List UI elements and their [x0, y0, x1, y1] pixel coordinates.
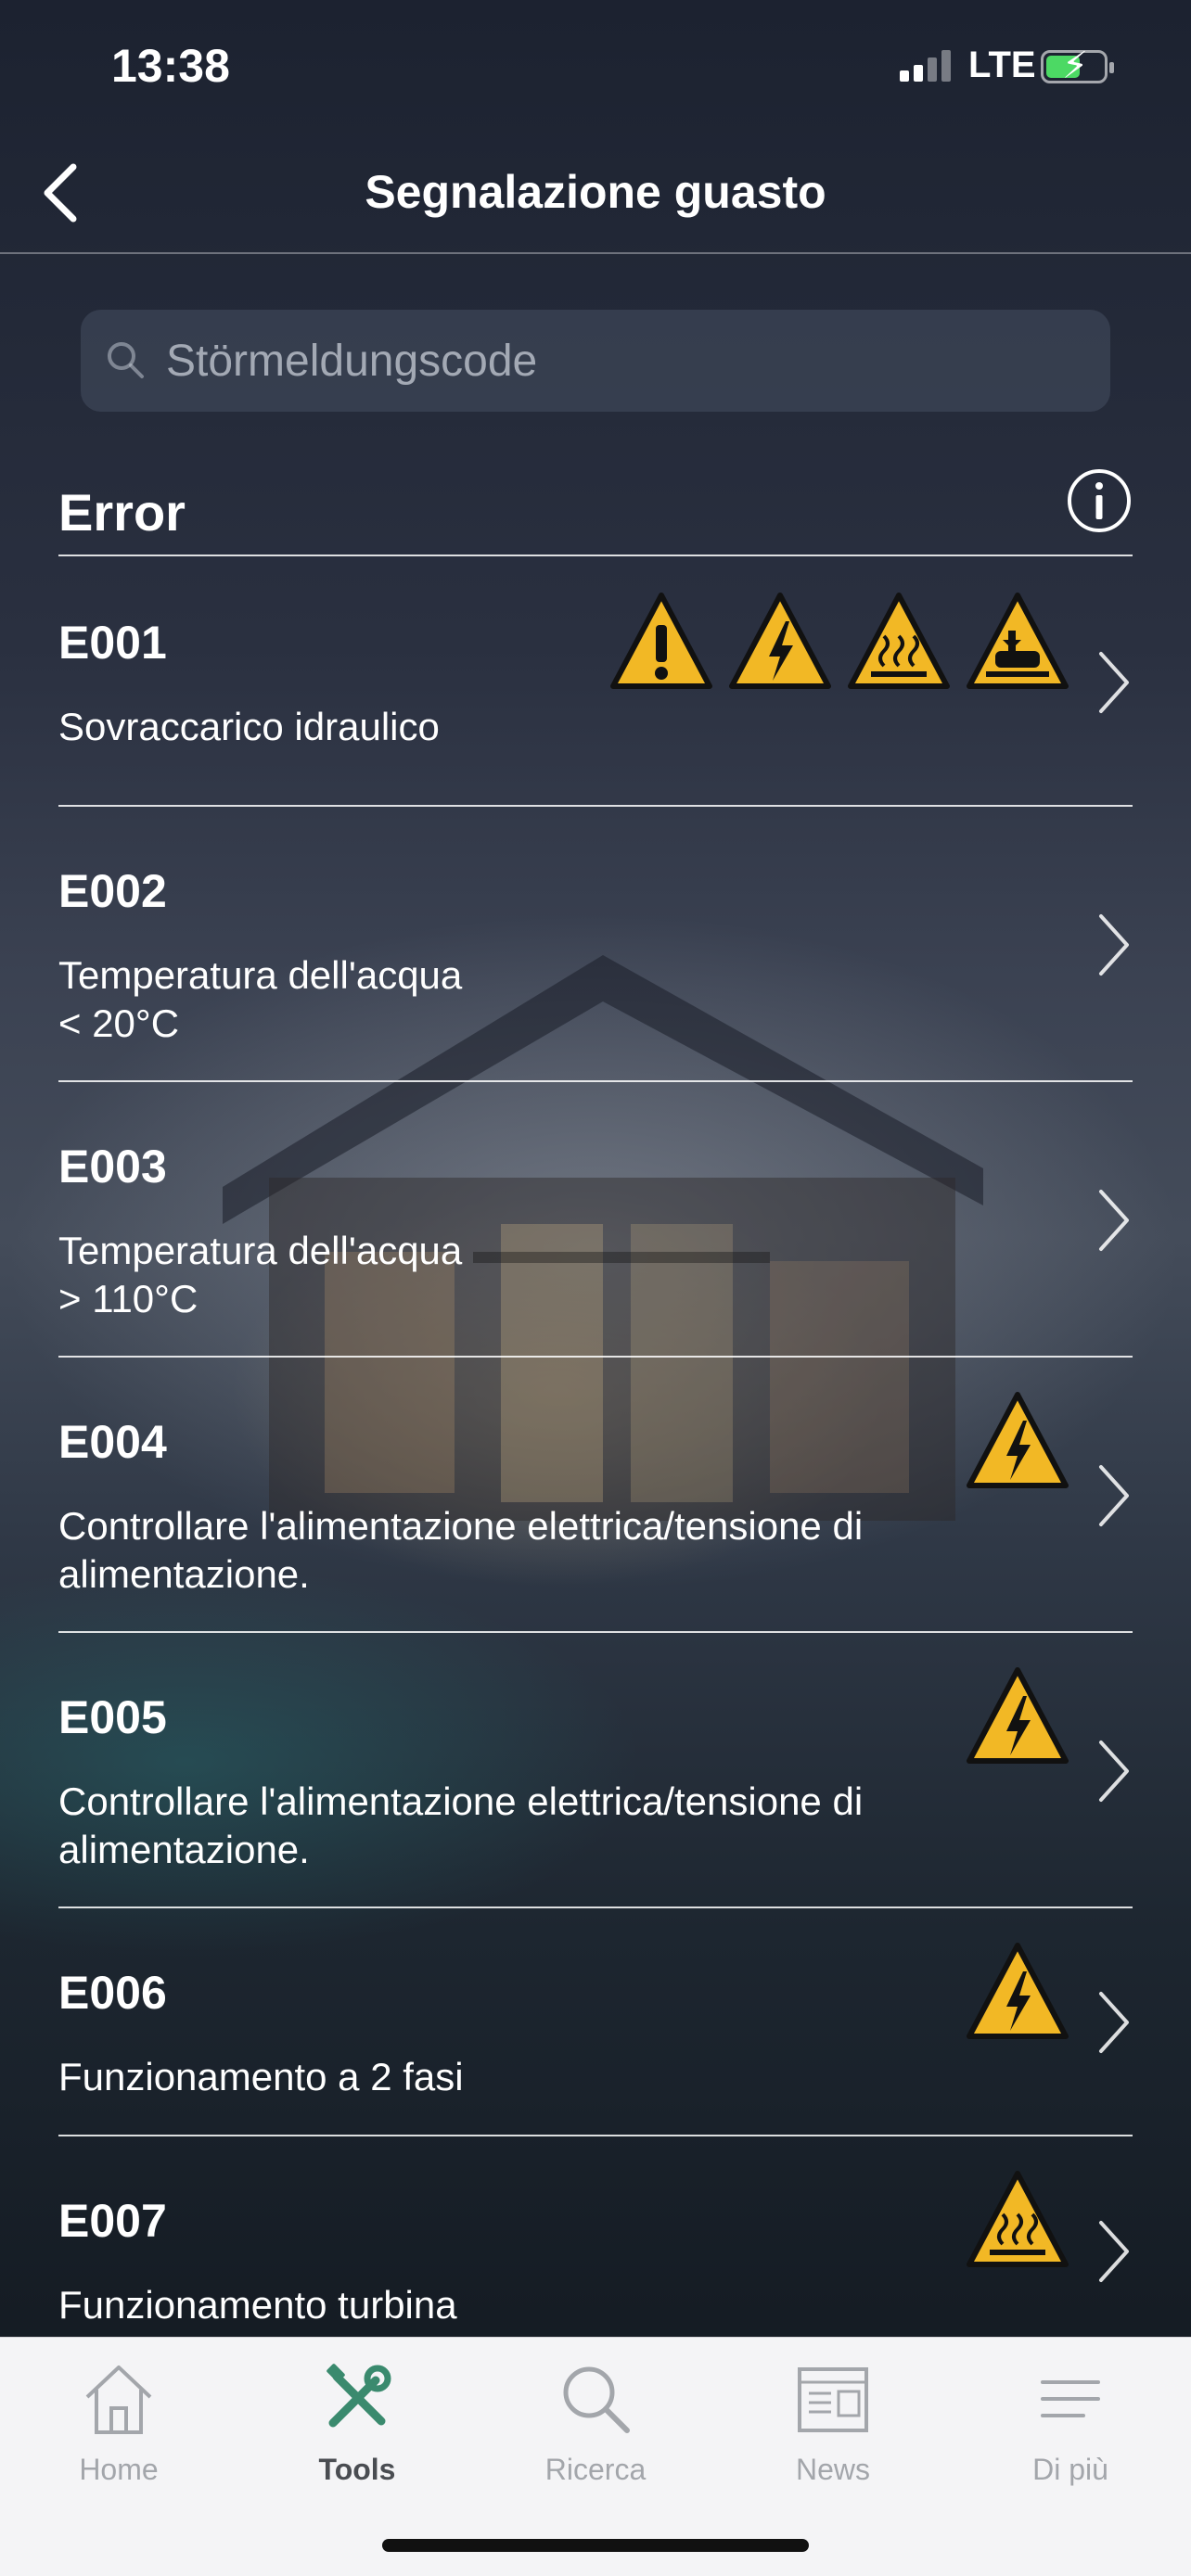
error-row[interactable]: E003 Temperatura dell'acqua > 110°C	[58, 1082, 1133, 1358]
error-description: Temperatura dell'acqua > 110°C	[58, 1229, 463, 1320]
newspaper-icon	[798, 2367, 868, 2432]
error-row[interactable]: E005 Controllare l'alimentazione elettric…	[58, 1633, 1133, 1908]
error-row[interactable]: E007 Funzionamento turbina	[58, 2136, 1133, 2366]
hot-surface-icon	[966, 2168, 1069, 2272]
error-row[interactable]: E004 Controllare l'alimentazione elettric…	[58, 1358, 1133, 1633]
error-code: E006	[58, 1967, 167, 2019]
error-row[interactable]: E006 Funzionamento a 2 fasi	[58, 1908, 1133, 2136]
error-code: E003	[58, 1141, 167, 1192]
search-icon	[108, 342, 144, 378]
error-code: E004	[58, 1416, 167, 1468]
chevron-right-icon	[1095, 912, 1133, 977]
tools-icon	[327, 2364, 391, 2428]
chevron-right-icon	[1095, 2219, 1133, 2284]
error-description: Controllare l'alimentazione elettrica/te…	[58, 1504, 864, 1596]
hand-crush-hazard-icon	[966, 590, 1069, 694]
page-title: Segnalazione guasto	[365, 166, 826, 218]
electric-hazard-icon	[966, 1664, 1069, 1768]
error-description: Temperatura dell'acqua < 20°C	[58, 953, 463, 1045]
error-code: E007	[58, 2195, 167, 2247]
section-header: Error	[58, 454, 1133, 556]
error-row[interactable]: E001 Sovraccarico idraulico	[58, 558, 1133, 807]
chevron-right-icon	[1095, 1188, 1133, 1253]
warning-signs	[609, 590, 1069, 694]
error-description: Controllare l'alimentazione elettrica/te…	[58, 1779, 864, 1871]
error-list: E001 Sovraccarico idraulico E002 Temperatur…	[58, 558, 1133, 2366]
search-icon	[563, 2366, 630, 2433]
tab-label: Home	[79, 2453, 159, 2486]
status-bar: 13:38 LTE ⚡	[0, 0, 1191, 130]
general-warning-icon	[609, 590, 713, 694]
cellular-signal-icon	[900, 50, 951, 82]
network-type: LTE	[968, 45, 1036, 85]
navigation-bar: Segnalazione guasto	[0, 130, 1191, 254]
chevron-right-icon	[1095, 650, 1133, 715]
warning-signs	[966, 1389, 1069, 1493]
error-description: Sovraccarico idraulico	[58, 705, 440, 748]
chevron-right-icon	[1095, 1463, 1133, 1528]
tab-home[interactable]: Home	[26, 2360, 211, 2487]
search-input[interactable]	[166, 310, 1075, 412]
tab-label: Tools	[318, 2453, 396, 2486]
menu-icon	[1041, 2380, 1100, 2417]
error-row[interactable]: E002 Temperatura dell'acqua < 20°C	[58, 807, 1133, 1082]
error-description: Funzionamento turbina	[58, 2283, 457, 2327]
home-indicator	[382, 2539, 809, 2552]
electric-hazard-icon	[966, 1940, 1069, 2044]
tab-more[interactable]: Di più	[978, 2360, 1163, 2487]
tab-label: Ricerca	[544, 2453, 647, 2486]
tab-label: News	[795, 2453, 870, 2486]
chevron-right-icon	[1095, 1739, 1133, 1804]
tab-news[interactable]: News	[740, 2360, 926, 2487]
home-icon	[85, 2366, 152, 2434]
error-code: E005	[58, 1691, 167, 1743]
battery-charging-icon: ⚡	[1041, 47, 1114, 84]
status-time: 13:38	[111, 40, 230, 92]
tab-tools[interactable]: Tools	[264, 2360, 450, 2487]
hot-surface-icon	[847, 590, 951, 694]
info-circle-icon[interactable]	[1066, 467, 1133, 534]
tab-label: Di più	[1032, 2453, 1108, 2486]
error-code: E001	[58, 617, 167, 669]
error-code: E002	[58, 865, 167, 917]
electric-hazard-icon	[966, 1389, 1069, 1493]
chevron-right-icon	[1095, 1990, 1133, 2055]
search-field[interactable]	[81, 310, 1110, 412]
tab-search[interactable]: Ricerca	[503, 2360, 688, 2487]
electric-hazard-icon	[728, 590, 832, 694]
error-description: Funzionamento a 2 fasi	[58, 2055, 464, 2098]
warning-signs	[966, 2168, 1069, 2272]
warning-signs	[966, 1664, 1069, 1768]
warning-signs	[966, 1940, 1069, 2044]
section-title: Error	[58, 483, 186, 542]
